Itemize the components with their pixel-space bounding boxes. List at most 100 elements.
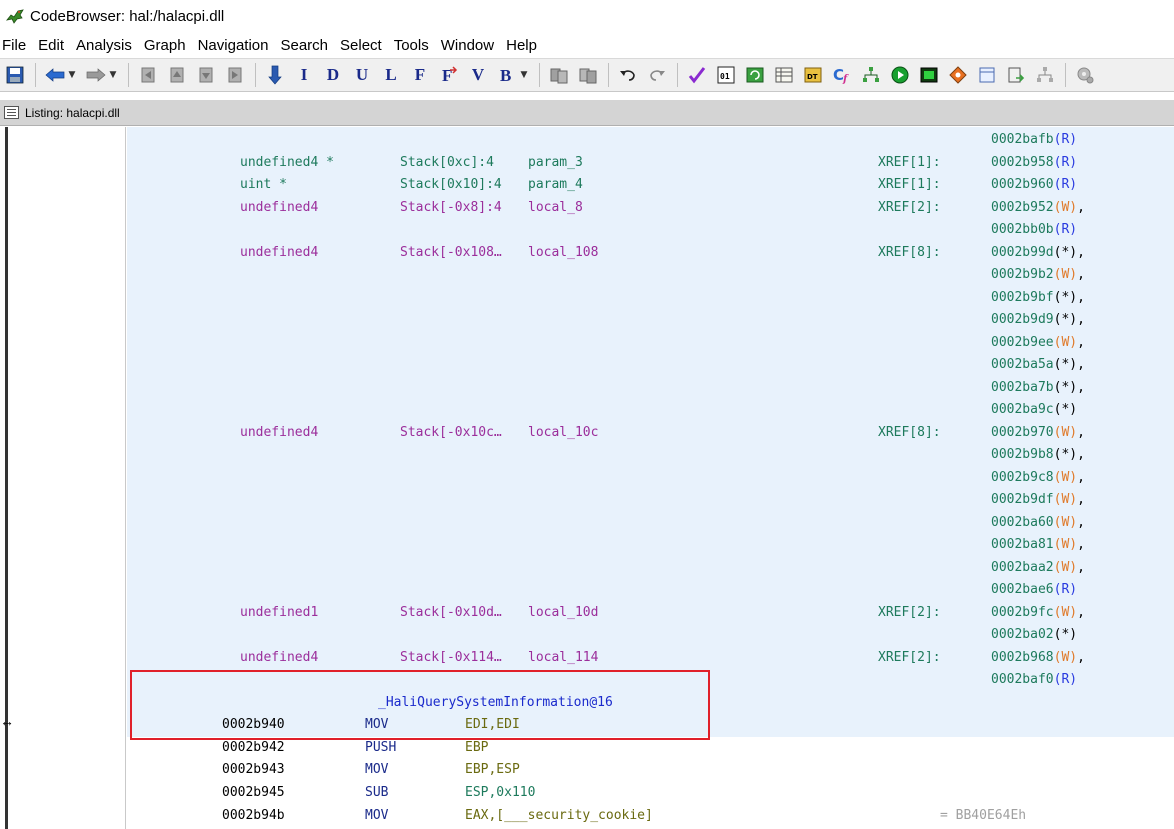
instruction-mnemonic[interactable]: MOV [365, 761, 388, 779]
var-name[interactable]: local_10c [528, 424, 598, 442]
menu-help[interactable]: Help [506, 37, 543, 54]
svg-text:B: B [500, 66, 511, 84]
decompile-icon[interactable]: Cf [831, 64, 853, 86]
xref-entry[interactable]: 0002ba60(W), [991, 514, 1085, 532]
menu-file[interactable]: File [2, 37, 32, 54]
xref-entry[interactable]: 0002bafb(R) [991, 131, 1077, 149]
xref-entry[interactable]: 0002b99d(*), [991, 244, 1085, 262]
xref-entry[interactable]: 0002b9ee(W), [991, 334, 1085, 352]
instruction-operands[interactable]: ESP,0x110 [465, 784, 535, 802]
cut-icon[interactable] [548, 64, 570, 86]
instruction-address[interactable]: 0002b945 [222, 784, 285, 802]
tree-icon[interactable] [1034, 64, 1056, 86]
window-icon[interactable] [976, 64, 998, 86]
menu-graph[interactable]: Graph [144, 37, 192, 54]
xref-entry[interactable]: 0002b9b2(W), [991, 266, 1085, 284]
back-arrow-icon[interactable] [44, 64, 66, 86]
instruction-address[interactable]: 0002b943 [222, 761, 285, 779]
next-undefined-button[interactable]: U [351, 64, 373, 86]
xref-entry[interactable]: 0002b968(W), [991, 649, 1085, 667]
xref-entry[interactable]: 0002b9d9(*), [991, 311, 1085, 329]
redo-icon[interactable] [646, 64, 668, 86]
xref-entry[interactable]: 0002b9df(W), [991, 491, 1085, 509]
menu-edit[interactable]: Edit [38, 37, 70, 54]
instruction-operands[interactable]: EAX,[___security_cookie] [465, 807, 653, 825]
next-flow-icon[interactable]: F [438, 64, 460, 86]
bookmark-dropdown-icon[interactable]: ▼ [519, 64, 529, 86]
refresh-icon[interactable] [744, 64, 766, 86]
menu-analysis[interactable]: Analysis [76, 37, 138, 54]
xref-entry[interactable]: 0002ba7b(*), [991, 379, 1085, 397]
xref-entry[interactable]: 0002b970(W), [991, 424, 1085, 442]
diamond-icon[interactable] [947, 64, 969, 86]
next-function-button[interactable]: F [409, 64, 431, 86]
down-arrow-icon[interactable] [264, 64, 286, 86]
undo-icon[interactable] [617, 64, 639, 86]
next-label-button[interactable]: L [380, 64, 402, 86]
next-instruction-button[interactable]: I [293, 64, 315, 86]
svg-text:f: f [842, 74, 849, 84]
var-type: undefined4 [240, 200, 319, 215]
toolbar-separator [539, 63, 540, 87]
checkmark-icon[interactable] [686, 64, 708, 86]
xref-entry[interactable]: 0002b958(R) [991, 154, 1077, 172]
instruction-mnemonic[interactable]: MOV [365, 807, 388, 825]
instruction-operands[interactable]: EBP [465, 739, 488, 757]
table-view-icon[interactable] [773, 64, 795, 86]
var-name[interactable]: local_10d [528, 604, 598, 622]
instruction-address[interactable]: 0002b94b [222, 807, 285, 825]
var-name[interactable]: local_108 [528, 244, 598, 262]
forward-dropdown-icon[interactable]: ▼ [108, 64, 118, 86]
paste-icon[interactable] [577, 64, 599, 86]
gear-icon[interactable] [1074, 64, 1096, 86]
var-name[interactable]: param_4 [528, 176, 583, 194]
xref-entry[interactable]: 0002ba5a(*), [991, 356, 1085, 374]
menu-search[interactable]: Search [280, 37, 334, 54]
nav-down-icon[interactable] [195, 64, 217, 86]
xref-entry[interactable]: 0002b952(W), [991, 199, 1085, 217]
var-name[interactable]: param_3 [528, 154, 583, 172]
instruction-address[interactable]: 0002b942 [222, 739, 285, 757]
menu-window[interactable]: Window [441, 37, 500, 54]
xref-entry[interactable]: 0002baa2(W), [991, 559, 1085, 577]
var-type: undefined4 [240, 425, 319, 440]
nav-prev-function-icon[interactable] [137, 64, 159, 86]
instruction-operands[interactable]: EBP,ESP [465, 761, 520, 779]
toolbar-separator [128, 63, 129, 87]
xref-entry[interactable]: 0002baf0(R) [991, 671, 1077, 689]
menu-select[interactable]: Select [340, 37, 388, 54]
nav-next-function-icon[interactable] [224, 64, 246, 86]
run-script-icon[interactable] [889, 64, 911, 86]
xref-entry[interactable]: 0002bae6(R) [991, 581, 1077, 599]
forward-arrow-icon[interactable] [85, 64, 107, 86]
export-icon[interactable] [1005, 64, 1027, 86]
instruction-mnemonic[interactable]: PUSH [365, 739, 396, 757]
var-name[interactable]: local_114 [528, 649, 598, 667]
xref-entry[interactable]: 0002b9c8(W), [991, 469, 1085, 487]
memory-map-icon[interactable] [918, 64, 940, 86]
xref-entry[interactable]: 0002b960(R) [991, 176, 1077, 194]
xref-entry[interactable]: 0002b9fc(W), [991, 604, 1085, 622]
xref-entry[interactable]: 0002b9bf(*), [991, 289, 1085, 307]
instruction-mnemonic[interactable]: SUB [365, 784, 388, 802]
next-data-button[interactable]: D [322, 64, 344, 86]
data-type-icon[interactable]: DT [802, 64, 824, 86]
listing-margin [18, 127, 126, 829]
function-graph-icon[interactable] [860, 64, 882, 86]
bytes-icon[interactable]: 01 [715, 64, 737, 86]
menu-navigation[interactable]: Navigation [198, 37, 275, 54]
var-name[interactable]: local_8 [528, 199, 583, 217]
save-icon[interactable] [4, 64, 26, 86]
xref-entry[interactable]: 0002ba81(W), [991, 536, 1085, 554]
next-value-button[interactable]: V [467, 64, 489, 86]
menu-tools[interactable]: Tools [394, 37, 435, 54]
toolbar-separator [1065, 63, 1066, 87]
back-dropdown-icon[interactable]: ▼ [67, 64, 77, 86]
xref-entry[interactable]: 0002b9b8(*), [991, 446, 1085, 464]
next-bookmark-icon[interactable]: B [496, 64, 518, 86]
listing-panel-header: Listing: halacpi.dll [0, 100, 1174, 126]
xref-entry[interactable]: 0002ba02(*) [991, 626, 1077, 644]
xref-entry[interactable]: 0002ba9c(*) [991, 401, 1077, 419]
nav-up-icon[interactable] [166, 64, 188, 86]
xref-entry[interactable]: 0002bb0b(R) [991, 221, 1077, 239]
